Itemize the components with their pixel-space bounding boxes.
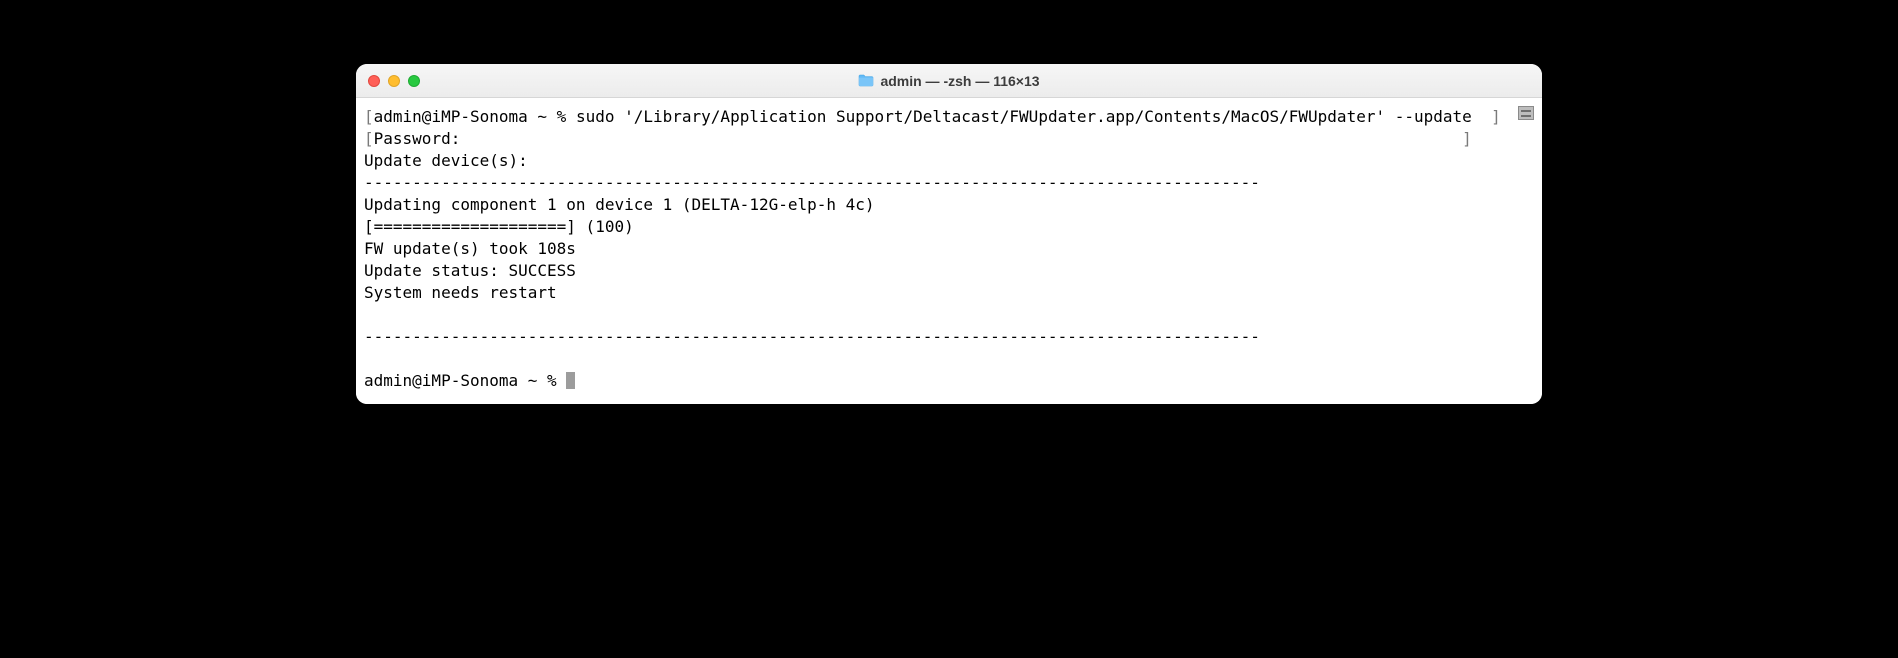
terminal-line: [Password: ] xyxy=(364,128,1534,150)
terminal-line: Update device(s): xyxy=(364,150,1534,172)
output-text: Update device(s): xyxy=(364,151,528,170)
prompt-text: admin@iMP-Sonoma ~ % xyxy=(374,107,576,126)
output-text: ----------------------------------------… xyxy=(364,173,1260,192)
terminal-body[interactable]: [admin@iMP-Sonoma ~ % sudo '/Library/App… xyxy=(356,98,1542,404)
scroll-indicator-icon[interactable] xyxy=(1518,106,1534,120)
terminal-line: admin@iMP-Sonoma ~ % xyxy=(364,370,1534,392)
terminal-line xyxy=(364,348,1534,370)
minimize-button[interactable] xyxy=(388,75,400,87)
terminal-line: FW update(s) took 108s xyxy=(364,238,1534,260)
cursor-icon xyxy=(566,372,575,389)
terminal-line: ----------------------------------------… xyxy=(364,172,1534,194)
output-text: ----------------------------------------… xyxy=(364,327,1260,346)
maximize-button[interactable] xyxy=(408,75,420,87)
output-text: FW update(s) took 108s xyxy=(364,239,576,258)
close-button[interactable] xyxy=(368,75,380,87)
terminal-line: ----------------------------------------… xyxy=(364,326,1534,348)
terminal-line: Update status: SUCCESS xyxy=(364,260,1534,282)
output-text: System needs restart xyxy=(364,283,557,302)
output-text: Password: xyxy=(374,129,461,148)
output-text: Updating component 1 on device 1 (DELTA-… xyxy=(364,195,875,214)
terminal-line xyxy=(364,304,1534,326)
output-text: [====================] (100) xyxy=(364,217,634,236)
terminal-window: admin — -zsh — 116×13 [admin@iMP-Sonoma … xyxy=(356,64,1542,404)
window-title: admin — -zsh — 116×13 xyxy=(880,73,1039,89)
terminal-line: System needs restart xyxy=(364,282,1534,304)
folder-icon xyxy=(858,74,874,87)
window-title-wrap: admin — -zsh — 116×13 xyxy=(356,73,1542,89)
terminal-line: [admin@iMP-Sonoma ~ % sudo '/Library/App… xyxy=(364,106,1534,128)
prompt-text: admin@iMP-Sonoma ~ % xyxy=(364,371,566,390)
output-text: Update status: SUCCESS xyxy=(364,261,576,280)
terminal-line: Updating component 1 on device 1 (DELTA-… xyxy=(364,194,1534,216)
terminal-line: [====================] (100) xyxy=(364,216,1534,238)
titlebar[interactable]: admin — -zsh — 116×13 xyxy=(356,64,1542,98)
command-text: sudo '/Library/Application Support/Delta… xyxy=(576,107,1472,126)
traffic-lights xyxy=(368,75,420,87)
